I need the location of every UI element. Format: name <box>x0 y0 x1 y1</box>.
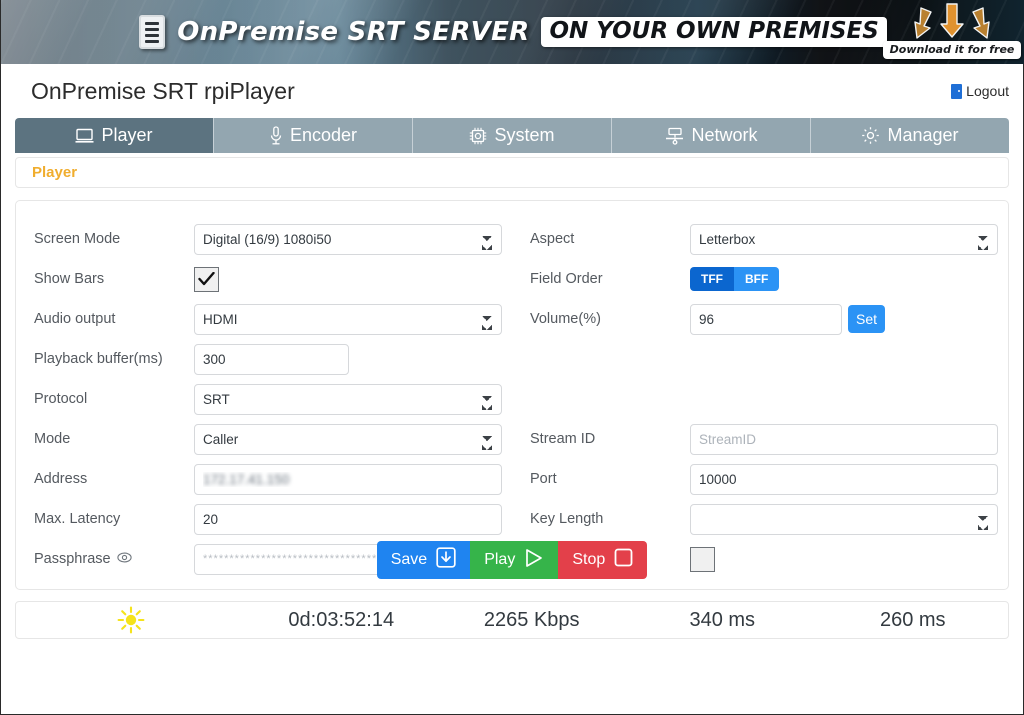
field-audio-output: Audio output HDMI <box>34 299 512 339</box>
tab-network-label: Network <box>691 125 757 146</box>
protocol-select[interactable]: SRT <box>194 384 502 415</box>
app-header: OnPremise SRT rpiPlayer Logout <box>1 64 1023 118</box>
port-label: Port <box>530 471 690 487</box>
field-order-label: Field Order <box>530 271 690 287</box>
download-arrows-icon <box>911 2 993 40</box>
field-field-order: Field Order TFF BFF <box>530 259 1008 299</box>
field-screen-mode: Screen Mode Digital (16/9) 1080i50 <box>34 219 512 259</box>
door-exit-icon <box>951 84 962 99</box>
download-promo[interactable]: Download it for free <box>889 2 1015 59</box>
playback-buffer-label: Playback buffer(ms) <box>34 351 194 367</box>
download-label[interactable]: Download it for free <box>883 41 1022 59</box>
document-icon <box>139 15 165 49</box>
logout-button[interactable]: Logout <box>951 83 1009 99</box>
save-download-icon <box>436 547 456 573</box>
volume-label: Volume(%) <box>530 311 690 327</box>
aspect-select[interactable]: Letterbox <box>690 224 998 255</box>
action-button-group: Save Play Stop <box>16 541 1008 579</box>
field-order-option-tff[interactable]: TFF <box>690 267 734 291</box>
screen-mode-label: Screen Mode <box>34 231 194 247</box>
tab-encoder-label: Encoder <box>290 125 357 146</box>
logout-label: Logout <box>966 83 1009 99</box>
show-bars-checkbox[interactable] <box>194 267 219 292</box>
field-port: Port <box>530 459 1008 499</box>
settings-column-right: Aspect Letterbox Field Order TFF BFF <box>512 219 1008 579</box>
play-button-label: Play <box>484 551 515 569</box>
volume-set-button[interactable]: Set <box>848 305 885 333</box>
aspect-label: Aspect <box>530 231 690 247</box>
field-stream-id: Stream ID <box>530 419 1008 459</box>
save-button-label: Save <box>391 551 427 569</box>
tab-manager[interactable]: Manager <box>811 118 1009 153</box>
stream-id-input[interactable] <box>690 424 998 455</box>
max-latency-input[interactable] <box>194 504 502 535</box>
playback-buffer-input[interactable] <box>194 344 349 375</box>
mode-label: Mode <box>34 431 194 447</box>
tab-player-label: Player <box>101 125 152 146</box>
banner-title: OnPremise SRT SERVER <box>177 17 529 47</box>
audio-output-select[interactable]: HDMI <box>194 304 502 335</box>
field-order-option-bff[interactable]: BFF <box>734 267 779 291</box>
app-window: OnPremise SRT SERVER ON YOUR OWN PREMISE… <box>0 0 1024 715</box>
max-latency-label: Max. Latency <box>34 511 194 527</box>
tab-encoder[interactable]: Encoder <box>214 118 413 153</box>
banner-badge: ON YOUR OWN PREMISES <box>541 17 886 47</box>
status-bitrate: 2265 Kbps <box>437 609 628 632</box>
field-max-latency: Max. Latency <box>34 499 512 539</box>
mode-select[interactable]: Caller <box>194 424 502 455</box>
status-buffer: 260 ms <box>818 609 1009 632</box>
field-show-bars: Show Bars <box>34 259 512 299</box>
volume-input[interactable] <box>690 304 842 335</box>
breadcrumb-label: Player <box>32 164 77 181</box>
status-bar: 0d:03:52:14 2265 Kbps 340 ms 260 ms <box>15 601 1009 639</box>
gear-icon <box>861 126 880 145</box>
field-key-length: Key Length <box>530 499 1008 539</box>
microphone-icon <box>269 126 283 145</box>
key-length-select[interactable] <box>690 504 998 535</box>
network-icon <box>664 127 684 145</box>
sun-activity-icon <box>117 608 145 630</box>
main-nav-tabs: Player Encoder System Network Manager <box>15 118 1009 153</box>
screen-mode-select[interactable]: Digital (16/9) 1080i50 <box>194 224 502 255</box>
promo-banner: OnPremise SRT SERVER ON YOUR OWN PREMISE… <box>1 0 1024 64</box>
check-icon <box>198 272 215 287</box>
field-mode: Mode Caller <box>34 419 512 459</box>
status-latency: 340 ms <box>627 609 818 632</box>
tab-system[interactable]: System <box>413 118 612 153</box>
tab-manager-label: Manager <box>887 125 958 146</box>
tab-system-label: System <box>494 125 554 146</box>
field-protocol: Protocol SRT <box>34 379 512 419</box>
status-activity-cell <box>16 606 246 634</box>
play-triangle-icon <box>524 548 544 573</box>
settings-column-left: Screen Mode Digital (16/9) 1080i50 Show … <box>16 219 512 579</box>
protocol-label: Protocol <box>34 391 194 407</box>
tab-network[interactable]: Network <box>612 118 811 153</box>
address-label: Address <box>34 471 194 487</box>
audio-output-label: Audio output <box>34 311 194 327</box>
tab-player[interactable]: Player <box>15 118 214 153</box>
page-title: OnPremise SRT rpiPlayer <box>31 78 295 105</box>
stream-id-label: Stream ID <box>530 431 690 447</box>
stop-square-icon <box>614 548 633 572</box>
field-order-segmented-control: TFF BFF <box>690 267 779 291</box>
cpu-chip-icon <box>469 127 487 145</box>
save-button[interactable]: Save <box>377 541 470 579</box>
stop-button-label: Stop <box>572 551 605 569</box>
monitor-icon <box>75 128 94 144</box>
field-playback-buffer: Playback buffer(ms) <box>34 339 512 379</box>
address-input[interactable] <box>194 464 502 495</box>
breadcrumb: Player <box>15 157 1009 188</box>
field-address: Address <box>34 459 512 499</box>
show-bars-label: Show Bars <box>34 271 194 287</box>
stop-button[interactable]: Stop <box>558 541 647 579</box>
field-aspect: Aspect Letterbox <box>530 219 1008 259</box>
status-uptime: 0d:03:52:14 <box>246 609 437 632</box>
key-length-label: Key Length <box>530 511 690 527</box>
player-settings-panel: Screen Mode Digital (16/9) 1080i50 Show … <box>15 200 1009 590</box>
field-volume: Volume(%) Set <box>530 299 1008 339</box>
port-input[interactable] <box>690 464 998 495</box>
play-button[interactable]: Play <box>470 541 558 579</box>
